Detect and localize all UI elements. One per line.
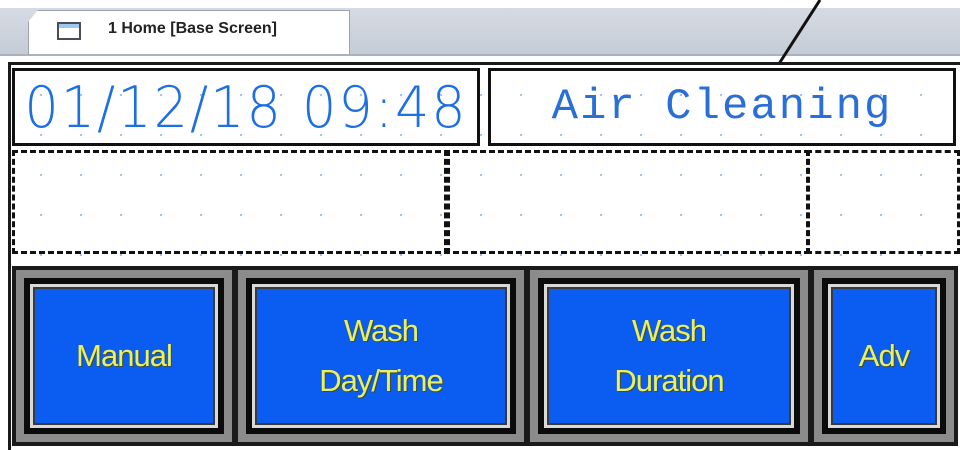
datetime-display: 01/12/18 09:48 xyxy=(12,68,480,146)
wash-duration-button[interactable]: Wash Duration xyxy=(547,287,791,425)
wash-day-time-button-frame: Wash Day/Time xyxy=(234,266,528,446)
manual-button[interactable]: Manual xyxy=(33,287,215,425)
wash-duration-button-bezel: Wash Duration xyxy=(538,278,800,434)
placeholder-box-1 xyxy=(12,150,450,254)
placeholder-box-2 xyxy=(444,150,810,254)
screen-icon xyxy=(57,22,81,40)
wash-day-time-button[interactable]: Wash Day/Time xyxy=(255,287,507,425)
wash-day-time-button-bezel: Wash Day/Time xyxy=(246,278,516,434)
status-text: Air Cleaning xyxy=(551,82,893,132)
adv-button[interactable]: Adv xyxy=(831,287,937,425)
placeholder-box-3 xyxy=(806,150,960,254)
adv-button-bezel: Adv xyxy=(822,278,946,434)
tab-bar: 1 Home [Base Screen] xyxy=(0,0,960,56)
manual-button-bezel: Manual xyxy=(24,278,224,434)
adv-button-frame: Adv xyxy=(810,266,958,446)
datetime-text: 01/12/18 09:48 xyxy=(24,73,468,141)
status-display: Air Cleaning xyxy=(488,68,956,146)
tab-label: 1 Home [Base Screen] xyxy=(108,20,277,37)
wash-duration-button-frame: Wash Duration xyxy=(526,266,812,446)
manual-button-frame: Manual xyxy=(12,266,236,446)
